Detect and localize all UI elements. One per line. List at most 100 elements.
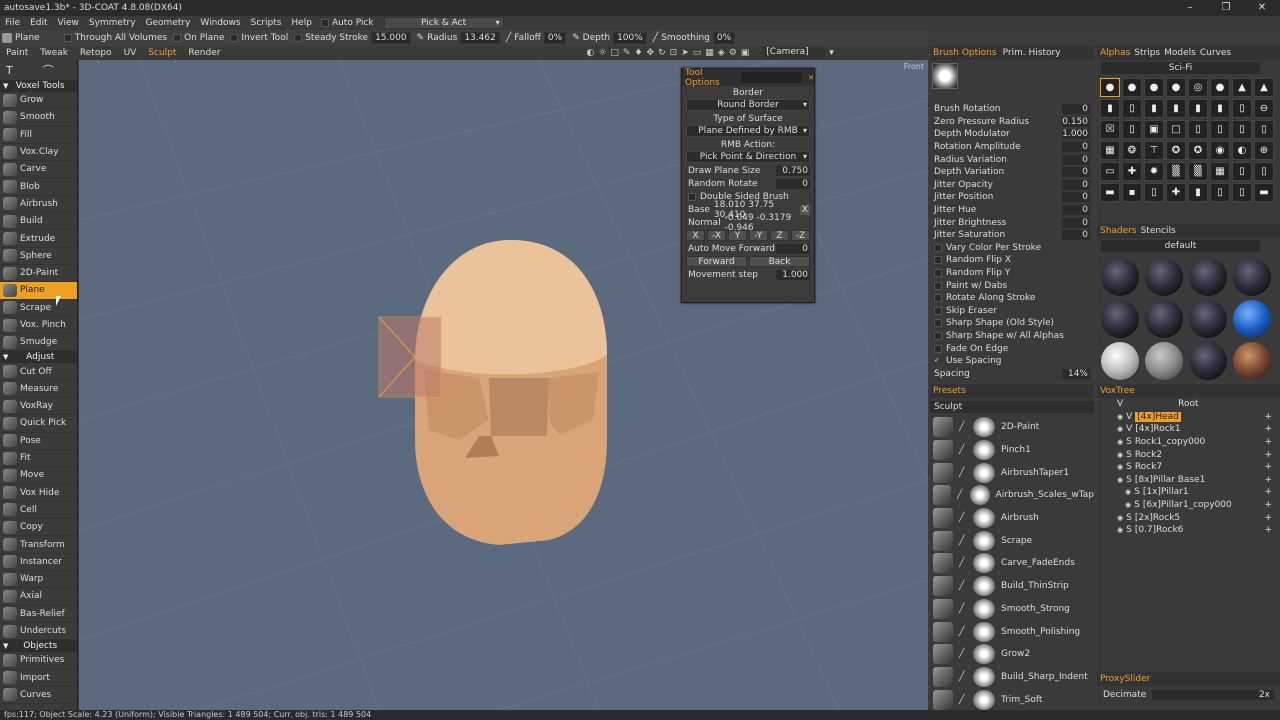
auto-move-value[interactable]: 0: [776, 243, 810, 254]
room-uv[interactable]: UV: [118, 48, 143, 58]
menu-edit[interactable]: Edit: [25, 18, 52, 28]
alpha-thumb[interactable]: ▯: [1232, 183, 1252, 202]
alpha-thumb[interactable]: ⊕: [1254, 141, 1274, 160]
alpha-thumb[interactable]: ▮: [1166, 99, 1186, 118]
voxtree-item[interactable]: ◉ S [2x]Rock5 +: [1097, 511, 1280, 524]
alpha-thumb[interactable]: ●: [1210, 78, 1230, 97]
brush-param-value[interactable]: 0: [1062, 192, 1090, 203]
alpha-thumb[interactable]: ▮: [1188, 99, 1208, 118]
presets-group-sculpt[interactable]: Sculpt: [930, 401, 1094, 413]
alpha-thumb[interactable]: ▲: [1232, 78, 1252, 97]
brush-option-toggle[interactable]: Random Flip Y: [930, 267, 1094, 280]
shader-swatch[interactable]: [1189, 300, 1227, 338]
tool-carve[interactable]: Carve: [0, 161, 77, 179]
add-icon[interactable]: +: [1264, 525, 1272, 535]
menu-geometry[interactable]: Geometry: [141, 18, 196, 28]
tool-measure[interactable]: Measure: [0, 381, 77, 399]
movement-step-value[interactable]: 1.000: [776, 269, 810, 280]
radius-value[interactable]: 13.462: [460, 32, 500, 44]
add-icon[interactable]: +: [1264, 513, 1272, 523]
invert-tool-checkbox[interactable]: [230, 34, 239, 42]
brush-param-value[interactable]: 0: [1062, 142, 1090, 153]
gear-icon[interactable]: ⚙: [729, 48, 737, 58]
alpha-thumb[interactable]: ✚: [1122, 162, 1142, 181]
random-rotate-value[interactable]: 0: [776, 178, 810, 189]
voxtree-item[interactable]: ◉ S Rock2 +: [1097, 448, 1280, 461]
alpha-thumb[interactable]: ▯: [1232, 99, 1252, 118]
alpha-thumb[interactable]: ▒: [1188, 162, 1208, 181]
menu-file[interactable]: File: [0, 18, 25, 28]
alpha-thumb[interactable]: ▯: [1232, 162, 1252, 181]
voxtree-item[interactable]: ◉ S [8x]Pillar Base1 +: [1097, 474, 1280, 487]
tool-warp[interactable]: Warp: [0, 571, 77, 589]
smoothing-value[interactable]: 0%: [712, 32, 736, 44]
forward-button[interactable]: Forward: [686, 256, 747, 267]
tool-build[interactable]: Build: [0, 213, 77, 231]
brush-param-value[interactable]: 0: [1062, 104, 1090, 115]
brush-param-value[interactable]: 0: [1062, 154, 1090, 165]
alpha-thumb[interactable]: ▬: [1100, 183, 1120, 202]
brush-param-row[interactable]: Radius Variation 0: [930, 153, 1094, 166]
tool-cell[interactable]: Cell: [0, 502, 77, 520]
voxtree-item[interactable]: ◉ S [6x]Pillar1_copy000 +: [1097, 499, 1280, 512]
tool-pose[interactable]: Pose: [0, 433, 77, 450]
grid-icon[interactable]: ▦: [705, 48, 714, 58]
preset-item[interactable]: ╱ Build_ThinStrip: [930, 575, 1094, 598]
menu-symmetry[interactable]: Symmetry: [84, 18, 141, 28]
pen-icon[interactable]: ✎: [623, 48, 631, 58]
alpha-thumb[interactable]: ▒: [1166, 162, 1186, 181]
room-tweak[interactable]: Tweak: [34, 48, 74, 58]
alpha-thumb[interactable]: ▦: [1100, 141, 1120, 160]
on-plane-toggle[interactable]: On Plane: [173, 33, 224, 43]
text-tool-icon[interactable]: T: [6, 64, 13, 77]
brush-param-row[interactable]: Depth Variation 0: [930, 166, 1094, 179]
alpha-thumb[interactable]: ▯: [1254, 162, 1274, 181]
tool-fit[interactable]: Fit: [0, 450, 77, 468]
tool-fill[interactable]: Fill: [0, 127, 77, 144]
tool-voxray[interactable]: VoxRay: [0, 398, 77, 416]
alpha-thumb[interactable]: ▯: [1122, 120, 1142, 139]
add-icon[interactable]: +: [1264, 437, 1272, 447]
alpha-thumb[interactable]: ◐: [1232, 141, 1252, 160]
room-paint[interactable]: Paint: [0, 48, 34, 58]
cube-icon[interactable]: ◈: [718, 48, 725, 58]
rotate-icon[interactable]: ↻: [658, 48, 666, 58]
preset-item[interactable]: ╱ Airbrush_Scales_wTap: [930, 484, 1094, 507]
alpha-thumb[interactable]: ●: [1144, 78, 1164, 97]
alpha-thumb[interactable]: ▭: [1100, 162, 1120, 181]
alpha-thumb[interactable]: ▯: [1188, 120, 1208, 139]
alpha-thumb[interactable]: ▯: [1122, 99, 1142, 118]
axis-x-button[interactable]: X: [686, 230, 705, 241]
eye-icon[interactable]: ◉: [1125, 501, 1131, 509]
steady-stroke-checkbox[interactable]: [294, 34, 303, 42]
brush-option-toggle[interactable]: Rotate Along Stroke: [930, 292, 1094, 305]
tool-scrape[interactable]: Scrape: [0, 300, 77, 317]
brush-param-value[interactable]: 0: [1062, 230, 1090, 241]
double-sided-checkbox[interactable]: [688, 192, 696, 201]
brush-param-value[interactable]: 0: [1062, 205, 1090, 216]
tool-primitives[interactable]: Primitives: [0, 652, 77, 670]
head-model[interactable]: [415, 240, 607, 545]
brush-param-value[interactable]: 0: [1062, 217, 1090, 228]
voxtree-item[interactable]: ◉ V [4x]Rock1 +: [1097, 423, 1280, 436]
alpha-thumb[interactable]: ▲: [1254, 78, 1274, 97]
voxtree-item[interactable]: ◉ S Rock1_copy000 +: [1097, 436, 1280, 449]
contrast-icon[interactable]: ◐: [586, 48, 594, 58]
back-button[interactable]: Back: [749, 256, 810, 267]
alpha-thumb[interactable]: ✹: [1144, 162, 1164, 181]
add-icon[interactable]: +: [1264, 424, 1272, 434]
alpha-thumb[interactable]: ⊤: [1144, 141, 1164, 160]
preset-item[interactable]: ╱ Carve_FadeEnds: [930, 552, 1094, 575]
tool-quick-pick[interactable]: Quick Pick: [0, 415, 77, 433]
brush-param-row[interactable]: Jitter Saturation 0: [930, 229, 1094, 242]
add-icon[interactable]: +: [1264, 487, 1272, 497]
alpha-thumb[interactable]: ▯: [1232, 120, 1252, 139]
preset-item[interactable]: ╱ Pinch1: [930, 439, 1094, 462]
shader-swatch[interactable]: [1145, 300, 1183, 338]
alpha-thumb[interactable]: ☒: [1100, 120, 1120, 139]
room-render[interactable]: Render: [182, 48, 226, 58]
tab-curves[interactable]: Curves: [1200, 48, 1231, 58]
brush-option-toggle[interactable]: Vary Color Per Stroke: [930, 242, 1094, 255]
steady-stroke-field[interactable]: Steady Stroke 15.000: [294, 32, 411, 44]
brush-param-row[interactable]: Depth Modulator 1.000: [930, 128, 1094, 141]
